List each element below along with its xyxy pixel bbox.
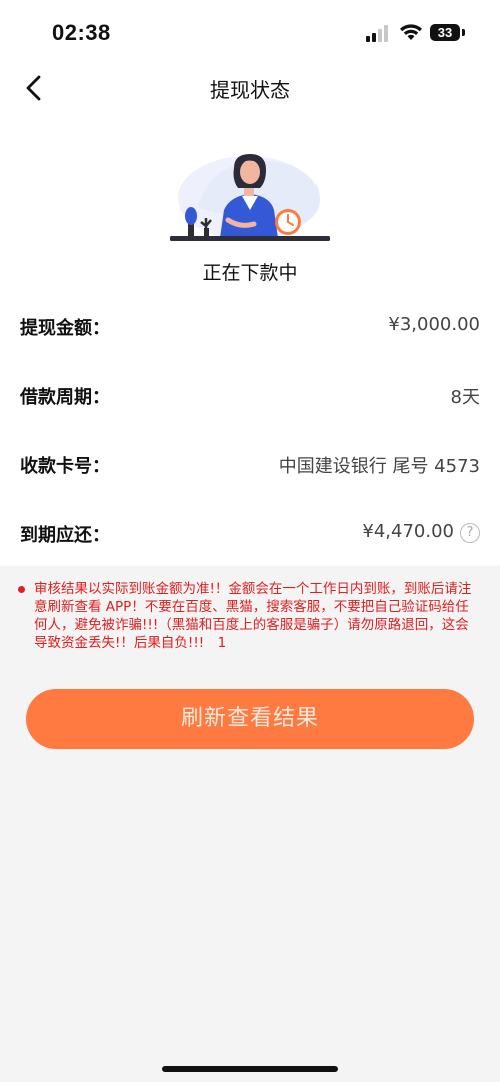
question-circle-icon[interactable]: ? xyxy=(460,523,480,543)
warning-notice: 审核结果以实际到账金额为准!！金额会在一个工作日内到账，到账后请注意刷新查看 A… xyxy=(18,580,482,652)
withdrawal-status-text: 正在下款中 xyxy=(202,262,298,284)
notice-bullet-icon xyxy=(18,586,25,593)
info-label: 提现金额： xyxy=(20,318,110,339)
home-indicator xyxy=(162,1066,338,1072)
info-row-card: 收款卡号： 中国建设银行 尾号 4573 xyxy=(20,444,480,484)
status-bar: 02:38 33 xyxy=(0,0,500,62)
page-title: 提现状态 xyxy=(210,78,290,102)
refresh-result-button[interactable]: 刷新查看结果 xyxy=(26,689,474,749)
info-label: 借款周期： xyxy=(20,387,110,408)
info-value: 中国建设银行 尾号 4573 xyxy=(278,456,480,477)
woman-at-desk-illustration xyxy=(170,154,330,241)
battery-tip xyxy=(462,29,465,36)
info-row-amount: 提现金额： ¥3,000.00 xyxy=(20,306,480,346)
status-time: 02:38 xyxy=(52,20,111,45)
info-value: ¥3,000.00 xyxy=(388,314,480,335)
wifi-icon xyxy=(400,24,422,40)
cellular-signal-icon xyxy=(366,24,392,42)
notice-text: 审核结果以实际到账金额为准!！金额会在一个工作日内到账，到账后请注意刷新查看 A… xyxy=(34,581,472,651)
info-row-period: 借款周期： 8天 xyxy=(20,375,480,415)
info-label: 到期应还： xyxy=(20,525,110,546)
info-value: 8天 xyxy=(450,387,480,408)
info-value: ¥4,470.00 xyxy=(362,521,454,542)
battery-icon: 33 xyxy=(430,24,460,41)
info-label: 收款卡号： xyxy=(20,456,110,477)
info-row-due: 到期应还： ¥4,470.00 ? xyxy=(20,513,480,553)
